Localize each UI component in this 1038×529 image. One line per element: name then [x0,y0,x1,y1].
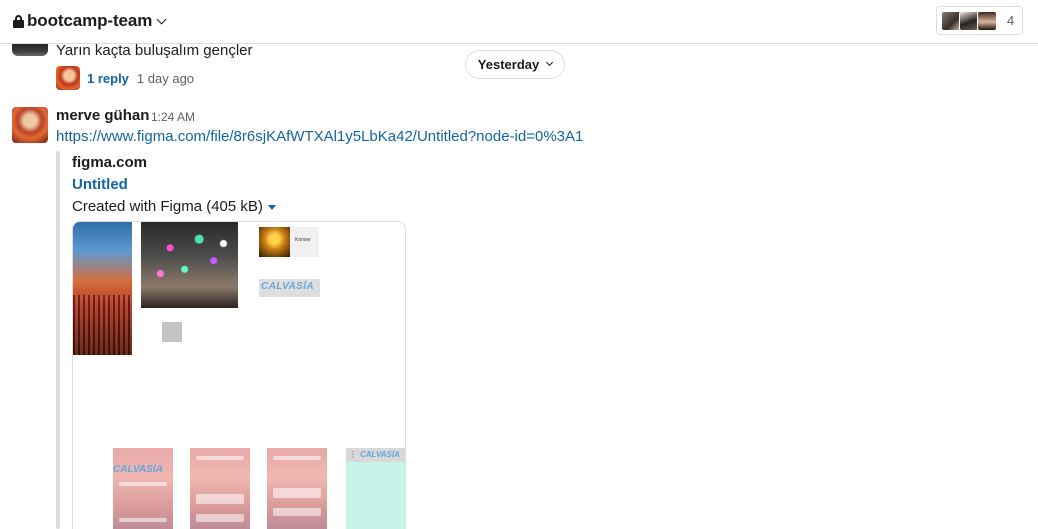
chevron-down-icon [156,14,167,24]
unfurl-site-name: figma.com [72,154,148,171]
date-divider-label: Yesterday [477,57,540,72]
channel-name: bootcamp-team [27,11,153,30]
message-text: Yarın kaçta buluşalım gençler [56,42,253,59]
member-avatar [977,10,997,31]
preview-phone-bar [273,456,321,460]
preview-concert-image [141,222,238,308]
avatar[interactable] [12,107,48,143]
message-timestamp[interactable]: 1:24 AM [151,110,195,124]
figma-preview-image[interactable]: Konser CALVASİA CALVASİA ⋮ CALVASİA [72,221,406,529]
preview-phone-frame [267,448,327,529]
preview-crowd-image [73,222,132,355]
thread-replies[interactable]: 1 reply 1 day ago [56,66,194,90]
caret-down-icon[interactable] [267,205,276,210]
members-button[interactable]: 4 [936,6,1023,35]
preview-phone-bar [273,488,321,498]
preview-phone-frame [190,448,250,529]
preview-placeholder [162,322,182,342]
unfurl-description-text: Created with Figma (405 kB) [72,198,263,215]
chevron-down-icon [546,58,554,67]
preview-phone-bar [196,514,244,522]
preview-phone-bar [273,508,321,516]
channel-header: bootcamp-team 4 [0,0,1038,44]
preview-phone-frame: CALVASİA [113,448,173,529]
reply-count-link[interactable]: 1 reply [87,71,129,86]
lock-icon [13,14,24,28]
message-author[interactable]: merve gühan [56,107,149,124]
avatar [56,66,80,90]
reply-time: 1 day ago [136,70,195,86]
unfurl-description: Created with Figma (405 kB) [72,198,276,215]
date-divider-button[interactable]: Yesterday [465,50,565,79]
member-count: 4 [1007,13,1015,28]
preview-card-label: Konser [295,237,311,243]
preview-phone-bar [196,456,244,460]
preview-phone-bar [196,494,244,504]
member-avatar [941,10,961,31]
preview-phone-bar [119,518,167,522]
more-icon: ⋮ [349,450,357,459]
preview-phone-logo: CALVASİA [113,464,163,475]
channel-title-button[interactable]: bootcamp-team [13,11,167,31]
member-avatar [959,10,979,31]
preview-mint-logo: CALVASİA [360,450,400,459]
preview-phone-bar [119,482,167,486]
preview-card-image [259,227,290,257]
unfurl-title-link[interactable]: Untitled [72,176,128,193]
message-link[interactable]: https://www.figma.com/file/8r6sjKAfWTXAl… [56,128,583,145]
unfurl-border [56,151,60,529]
preview-logo-text: CALVASİA [261,281,315,292]
